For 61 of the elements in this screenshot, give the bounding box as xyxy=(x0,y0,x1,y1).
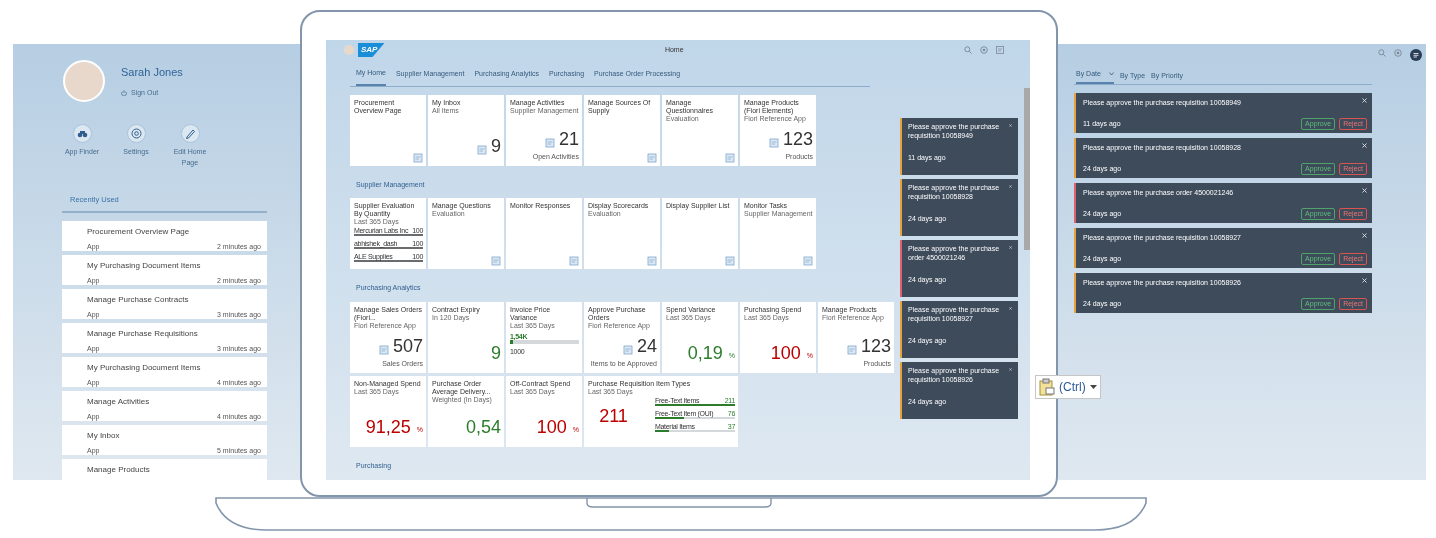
binoculars-icon xyxy=(72,124,92,143)
item-title: Manage Purchase Contracts xyxy=(87,294,190,307)
close-icon[interactable] xyxy=(1008,306,1012,311)
close-icon[interactable] xyxy=(1008,123,1012,128)
recent-item[interactable]: Manage Products xyxy=(62,459,267,480)
document-icon xyxy=(647,152,657,163)
item-title: My Purchasing Document Items xyxy=(87,362,202,375)
tile-number: 9 xyxy=(491,136,501,155)
power-icon xyxy=(121,90,127,97)
tile-number: 211 xyxy=(598,407,629,425)
close-icon[interactable] xyxy=(1362,277,1367,283)
tile-number: 91,25 xyxy=(365,417,411,436)
pencil-icon xyxy=(180,124,200,143)
close-icon[interactable] xyxy=(1362,187,1367,193)
document-icon xyxy=(846,345,857,355)
item-title: Manage Activities xyxy=(87,396,151,409)
tile-number: 0,54 xyxy=(465,417,501,436)
tile-number: 100 xyxy=(536,417,567,436)
avatar xyxy=(344,45,354,55)
document-icon xyxy=(725,152,735,163)
chevron-down-icon xyxy=(1108,72,1114,77)
tile-number: 0,19 xyxy=(687,343,723,362)
document-icon xyxy=(378,345,389,355)
scrollbar[interactable] xyxy=(1024,88,1030,250)
tile-number: 24 xyxy=(636,337,657,355)
document-icon xyxy=(622,345,633,355)
user-name: Sarah Jones xyxy=(121,64,183,80)
tile-number: 123 xyxy=(860,337,891,355)
caret-icon xyxy=(1089,385,1097,389)
tile-number: 9 xyxy=(491,343,501,362)
item-title: Procurement Overview Page xyxy=(87,226,191,239)
tile-number: 100 xyxy=(770,343,801,362)
close-icon[interactable] xyxy=(1008,367,1012,372)
item-title: My Inbox xyxy=(87,430,121,443)
notifications-icon[interactable] xyxy=(1410,49,1422,61)
tile-number: 507 xyxy=(392,337,423,355)
item-title: My Purchasing Document Items xyxy=(87,260,202,273)
close-icon[interactable] xyxy=(1008,245,1012,250)
document-icon xyxy=(544,138,555,148)
logo: SAP xyxy=(358,43,385,57)
document-icon xyxy=(768,138,779,148)
tile-number: 21 xyxy=(558,130,579,148)
clipboard-icon xyxy=(1039,378,1055,396)
item-title: Manage Products xyxy=(87,464,151,477)
avatar xyxy=(63,60,105,102)
document-icon xyxy=(803,256,813,266)
close-icon[interactable] xyxy=(1362,142,1367,148)
close-icon[interactable] xyxy=(1362,97,1367,103)
document-icon xyxy=(725,256,735,266)
document-icon xyxy=(413,152,423,163)
settings-icon xyxy=(126,124,146,143)
paste-options-button[interactable]: (Ctrl) xyxy=(1035,375,1101,399)
document-icon xyxy=(569,256,579,266)
close-icon[interactable] xyxy=(1362,232,1367,238)
tile-number: 123 xyxy=(782,130,813,148)
document-icon xyxy=(477,144,487,155)
document-icon xyxy=(647,256,657,266)
close-icon[interactable] xyxy=(1008,184,1012,189)
search-icon[interactable] xyxy=(964,46,972,54)
document-icon xyxy=(491,256,501,266)
item-title: Manage Purchase Requisitions xyxy=(87,328,199,341)
